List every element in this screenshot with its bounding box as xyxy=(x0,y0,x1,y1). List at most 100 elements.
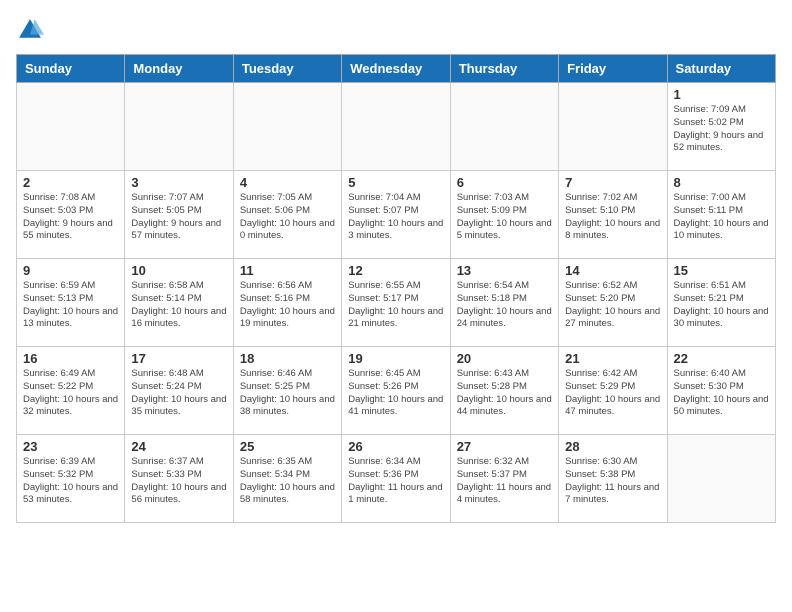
day-of-week-header: Saturday xyxy=(667,55,775,83)
day-info: Sunrise: 6:46 AM Sunset: 5:25 PM Dayligh… xyxy=(240,368,335,419)
day-number: 14 xyxy=(565,263,660,278)
calendar-day-cell: 21 Sunrise: 6:42 AM Sunset: 5:29 PM Dayli… xyxy=(559,347,667,435)
day-number: 4 xyxy=(240,175,335,190)
calendar-week-row: 1 Sunrise: 7:09 AM Sunset: 5:02 PM Daylig… xyxy=(17,83,776,171)
day-info: Sunrise: 6:43 AM Sunset: 5:28 PM Dayligh… xyxy=(457,368,552,419)
calendar-day-cell: 24 Sunrise: 6:37 AM Sunset: 5:33 PM Dayli… xyxy=(125,435,233,523)
calendar-day-cell: 26 Sunrise: 6:34 AM Sunset: 5:36 PM Dayli… xyxy=(342,435,450,523)
day-number: 2 xyxy=(23,175,118,190)
calendar-day-cell: 20 Sunrise: 6:43 AM Sunset: 5:28 PM Dayli… xyxy=(450,347,558,435)
day-info: Sunrise: 6:40 AM Sunset: 5:30 PM Dayligh… xyxy=(674,368,769,419)
day-info: Sunrise: 6:49 AM Sunset: 5:22 PM Dayligh… xyxy=(23,368,118,419)
calendar-day-cell: 16 Sunrise: 6:49 AM Sunset: 5:22 PM Dayli… xyxy=(17,347,125,435)
day-info: Sunrise: 6:34 AM Sunset: 5:36 PM Dayligh… xyxy=(348,456,443,507)
calendar-day-cell: 5 Sunrise: 7:04 AM Sunset: 5:07 PM Daylig… xyxy=(342,171,450,259)
calendar-day-cell: 10 Sunrise: 6:58 AM Sunset: 5:14 PM Dayli… xyxy=(125,259,233,347)
calendar-week-row: 9 Sunrise: 6:59 AM Sunset: 5:13 PM Daylig… xyxy=(17,259,776,347)
day-number: 1 xyxy=(674,87,769,102)
calendar-day-cell: 23 Sunrise: 6:39 AM Sunset: 5:32 PM Dayli… xyxy=(17,435,125,523)
day-info: Sunrise: 7:05 AM Sunset: 5:06 PM Dayligh… xyxy=(240,192,335,243)
calendar-day-cell: 7 Sunrise: 7:02 AM Sunset: 5:10 PM Daylig… xyxy=(559,171,667,259)
day-info: Sunrise: 7:08 AM Sunset: 5:03 PM Dayligh… xyxy=(23,192,118,243)
day-number: 18 xyxy=(240,351,335,366)
day-info: Sunrise: 6:37 AM Sunset: 5:33 PM Dayligh… xyxy=(131,456,226,507)
logo xyxy=(16,16,46,44)
calendar-day-cell: 2 Sunrise: 7:08 AM Sunset: 5:03 PM Daylig… xyxy=(17,171,125,259)
day-info: Sunrise: 6:42 AM Sunset: 5:29 PM Dayligh… xyxy=(565,368,660,419)
calendar-day-cell: 15Sunrise: 6:51 AM Sunset: 5:21 PM Dayli… xyxy=(667,259,775,347)
day-number: 3 xyxy=(131,175,226,190)
day-info: Sunrise: 6:59 AM Sunset: 5:13 PM Dayligh… xyxy=(23,280,118,331)
day-info: Sunrise: 6:58 AM Sunset: 5:14 PM Dayligh… xyxy=(131,280,226,331)
calendar-day-cell: 19 Sunrise: 6:45 AM Sunset: 5:26 PM Dayli… xyxy=(342,347,450,435)
day-of-week-header: Thursday xyxy=(450,55,558,83)
day-of-week-header: Sunday xyxy=(17,55,125,83)
day-info: Sunrise: 6:39 AM Sunset: 5:32 PM Dayligh… xyxy=(23,456,118,507)
day-of-week-header: Monday xyxy=(125,55,233,83)
day-info: Sunrise: 7:09 AM Sunset: 5:02 PM Dayligh… xyxy=(674,104,769,155)
calendar-week-row: 16 Sunrise: 6:49 AM Sunset: 5:22 PM Dayli… xyxy=(17,347,776,435)
day-number: 12 xyxy=(348,263,443,278)
calendar-table: SundayMondayTuesdayWednesdayThursdayFrid… xyxy=(16,54,776,523)
day-number: 16 xyxy=(23,351,118,366)
day-info: Sunrise: 7:00 AM Sunset: 5:11 PM Dayligh… xyxy=(674,192,769,243)
calendar-day-cell: 9 Sunrise: 6:59 AM Sunset: 5:13 PM Daylig… xyxy=(17,259,125,347)
calendar-day-cell: 14 Sunrise: 6:52 AM Sunset: 5:20 PM Dayli… xyxy=(559,259,667,347)
day-number: 26 xyxy=(348,439,443,454)
calendar-day-cell: 17Sunrise: 6:48 AM Sunset: 5:24 PM Dayli… xyxy=(125,347,233,435)
calendar-day-cell: 1 Sunrise: 7:09 AM Sunset: 5:02 PM Daylig… xyxy=(667,83,775,171)
calendar-day-cell: 3 Sunrise: 7:07 AM Sunset: 5:05 PM Daylig… xyxy=(125,171,233,259)
calendar-day-cell: 6Sunrise: 7:03 AM Sunset: 5:09 PM Daylig… xyxy=(450,171,558,259)
day-info: Sunrise: 6:35 AM Sunset: 5:34 PM Dayligh… xyxy=(240,456,335,507)
day-number: 13 xyxy=(457,263,552,278)
day-number: 8 xyxy=(674,175,769,190)
day-info: Sunrise: 6:55 AM Sunset: 5:17 PM Dayligh… xyxy=(348,280,443,331)
day-info: Sunrise: 7:02 AM Sunset: 5:10 PM Dayligh… xyxy=(565,192,660,243)
calendar-day-cell: 4 Sunrise: 7:05 AM Sunset: 5:06 PM Daylig… xyxy=(233,171,341,259)
day-number: 28 xyxy=(565,439,660,454)
day-number: 20 xyxy=(457,351,552,366)
calendar-header-row: SundayMondayTuesdayWednesdayThursdayFrid… xyxy=(17,55,776,83)
day-number: 22 xyxy=(674,351,769,366)
day-of-week-header: Tuesday xyxy=(233,55,341,83)
day-number: 7 xyxy=(565,175,660,190)
calendar-day-cell: 8 Sunrise: 7:00 AM Sunset: 5:11 PM Daylig… xyxy=(667,171,775,259)
day-number: 10 xyxy=(131,263,226,278)
calendar-day-cell: 12 Sunrise: 6:55 AM Sunset: 5:17 PM Dayli… xyxy=(342,259,450,347)
day-number: 24 xyxy=(131,439,226,454)
day-number: 25 xyxy=(240,439,335,454)
day-info: Sunrise: 6:54 AM Sunset: 5:18 PM Dayligh… xyxy=(457,280,552,331)
day-info: Sunrise: 6:45 AM Sunset: 5:26 PM Dayligh… xyxy=(348,368,443,419)
calendar-day-cell: 25 Sunrise: 6:35 AM Sunset: 5:34 PM Dayli… xyxy=(233,435,341,523)
calendar-day-cell: 22 Sunrise: 6:40 AM Sunset: 5:30 PM Dayli… xyxy=(667,347,775,435)
calendar-day-cell xyxy=(233,83,341,171)
day-info: Sunrise: 6:48 AM Sunset: 5:24 PM Dayligh… xyxy=(131,368,226,419)
day-info: Sunrise: 6:52 AM Sunset: 5:20 PM Dayligh… xyxy=(565,280,660,331)
calendar-day-cell xyxy=(125,83,233,171)
day-number: 15 xyxy=(674,263,769,278)
calendar-day-cell: 18 Sunrise: 6:46 AM Sunset: 5:25 PM Dayli… xyxy=(233,347,341,435)
day-info: Sunrise: 7:03 AM Sunset: 5:09 PM Dayligh… xyxy=(457,192,552,243)
day-of-week-header: Wednesday xyxy=(342,55,450,83)
calendar-day-cell: 13 Sunrise: 6:54 AM Sunset: 5:18 PM Dayli… xyxy=(450,259,558,347)
page-header xyxy=(16,16,776,44)
day-number: 19 xyxy=(348,351,443,366)
calendar-day-cell: 28Sunrise: 6:30 AM Sunset: 5:38 PM Dayli… xyxy=(559,435,667,523)
day-info: Sunrise: 7:07 AM Sunset: 5:05 PM Dayligh… xyxy=(131,192,226,243)
day-number: 11 xyxy=(240,263,335,278)
calendar-day-cell: 27 Sunrise: 6:32 AM Sunset: 5:37 PM Dayli… xyxy=(450,435,558,523)
day-number: 27 xyxy=(457,439,552,454)
calendar-day-cell xyxy=(17,83,125,171)
calendar-week-row: 23 Sunrise: 6:39 AM Sunset: 5:32 PM Dayli… xyxy=(17,435,776,523)
day-number: 9 xyxy=(23,263,118,278)
day-number: 5 xyxy=(348,175,443,190)
calendar-day-cell xyxy=(667,435,775,523)
day-info: Sunrise: 6:32 AM Sunset: 5:37 PM Dayligh… xyxy=(457,456,552,507)
logo-icon xyxy=(16,16,44,44)
day-number: 21 xyxy=(565,351,660,366)
calendar-day-cell: 11Sunrise: 6:56 AM Sunset: 5:16 PM Dayli… xyxy=(233,259,341,347)
calendar-day-cell xyxy=(559,83,667,171)
day-info: Sunrise: 7:04 AM Sunset: 5:07 PM Dayligh… xyxy=(348,192,443,243)
day-of-week-header: Friday xyxy=(559,55,667,83)
day-number: 23 xyxy=(23,439,118,454)
